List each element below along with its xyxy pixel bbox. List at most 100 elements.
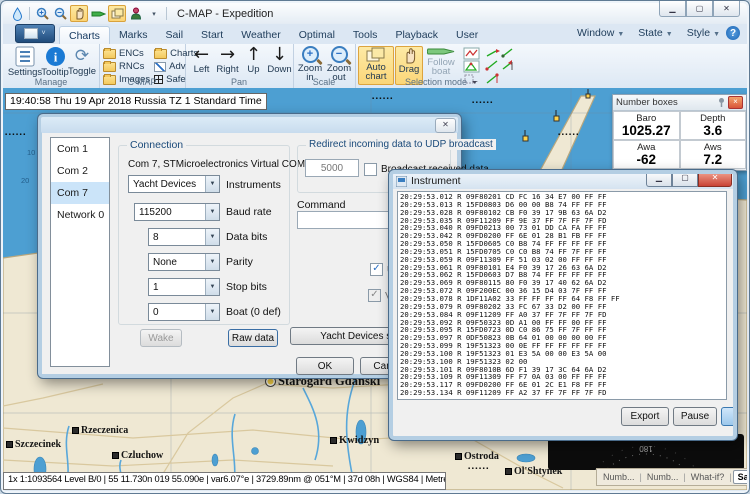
tooltip-button[interactable]: i Tooltip [41,46,69,77]
combo-label: Parity [226,256,253,268]
instrument-data-log[interactable]: 20:29:53.012 R 09F80201 CD FC 16 34 E7 0… [397,191,727,400]
bottom-tab-2[interactable]: What-if? [687,471,729,483]
combo-label: Stop bits [226,281,267,293]
minimize-button[interactable]: ▁ [659,1,686,17]
numberbox-value: 7.2 [703,153,722,167]
zoom-out-magnifier-icon: − [331,46,348,63]
title-bar: ▾ C-MAP - Expedition [3,3,747,25]
bottom-tab-3[interactable]: Sail gr... [733,470,747,484]
app-picture-icon [24,28,38,39]
udp-port-field[interactable]: 5000 [305,159,359,177]
number-boxes-close-icon[interactable]: × [728,96,743,109]
pan-up-button[interactable]: ↑Up [241,46,266,74]
chevron-down-icon[interactable]: ▼ [205,204,219,220]
toggle-button[interactable]: ⟳ Toggle [67,46,97,76]
pan-right-button[interactable]: →Right [215,46,240,74]
pin-icon[interactable] [717,97,726,108]
number-boxes-header[interactable]: Number boxes × [613,95,746,111]
tab-marks[interactable]: Marks [110,26,157,44]
settings-button[interactable]: Settings [9,46,41,77]
tab-playback[interactable]: Playback [386,26,447,44]
chevron-down-icon[interactable]: ▼ [205,304,219,320]
dialog-close-icon[interactable]: ✕ [435,118,456,133]
pause-button[interactable]: Pause [673,407,717,426]
instrument-titlebar[interactable]: Instrument ▁ ▢ ✕ [392,173,734,189]
port-item-network0[interactable]: Network 0 [51,204,109,226]
expedition-drop-icon[interactable] [9,6,25,21]
menu-state[interactable]: State▼ [638,27,672,39]
raw-data-button[interactable]: Raw data [228,329,278,347]
ribbon: Settings i Tooltip ⟳ Toggle Manage ENCsR… [3,44,747,89]
menu-label: Style [687,27,710,39]
tab-user[interactable]: User [447,26,487,44]
port-item-com1[interactable]: Com 1 [51,138,109,160]
chevron-down-icon[interactable]: ▼ [205,279,219,295]
tab-optimal[interactable]: Optimal [290,26,344,44]
port-item-com2[interactable]: Com 2 [51,160,109,182]
windows-icon[interactable] [108,5,126,22]
wake-button[interactable]: Wake [140,329,182,347]
chevron-down-icon[interactable]: ▼ [205,176,219,192]
group-manage: Settings i Tooltip ⟳ Toggle Manage [3,44,100,88]
instrument-maximize-button[interactable]: ▢ [672,172,698,187]
drag-hand-icon[interactable] [70,5,88,22]
boat-icon[interactable] [90,6,106,21]
zoom-in-icon[interactable] [34,6,50,21]
combo-data-bits[interactable]: 8▼ [148,228,220,246]
help-icon[interactable]: ? [726,26,740,40]
tab-charts[interactable]: Charts [59,26,110,44]
pan-down-button[interactable]: ↓Down [267,46,292,74]
clipped-button[interactable] [721,407,737,426]
numberbox-depth[interactable]: Depth3.6 [680,111,747,140]
bottom-tab-0[interactable]: Numb... [599,471,639,483]
follow-boat-button[interactable]: Follow boat [423,46,459,76]
person-icon[interactable] [128,6,144,21]
map-label-szczecinek: Szczecinek [6,439,61,450]
close-button[interactable]: ✕ [713,1,740,17]
tab-sail[interactable]: Sail [157,26,193,44]
depth-number: 10 [27,148,35,157]
zoom-out-icon[interactable] [52,6,68,21]
combo-value: 1 [149,282,205,293]
numberbox-awa[interactable]: Awa-62 [613,140,680,169]
use-gps-checkbox[interactable]: ✓ [370,263,383,276]
instrument-minimize-button[interactable]: ▁ [646,172,672,187]
command-label: Command [297,199,345,211]
combo-label: Boat (0 def) [226,306,281,318]
ok-button[interactable]: OK [296,357,354,375]
numberbox-value: -62 [636,153,656,167]
folder-icon [103,62,116,72]
connection-dialog-titlebar[interactable]: ✕ [41,117,458,133]
combo-baud-rate[interactable]: 115200▼ [134,203,220,221]
maximize-button[interactable]: ▢ [686,1,713,17]
bottom-tab-1[interactable]: Numb... [643,471,683,483]
port-item-com7[interactable]: Com 7 [51,182,109,204]
chevron-down-icon[interactable]: ▼ [205,254,219,270]
pan-left-button[interactable]: ←Left [189,46,214,74]
numberbox-baro[interactable]: Baro1025.27 [613,111,680,140]
cmap-item-encs[interactable]: ENCs [103,47,150,60]
group-label-selection: Selection mode [355,77,517,87]
tab-weather[interactable]: Weather [232,26,290,44]
instruments-combo[interactable]: Yacht Devices ▼ [128,175,220,193]
folder-icon [103,49,116,59]
tab-start[interactable]: Start [192,26,232,44]
cmap-item-rncs[interactable]: RNCs [103,60,150,73]
cmap-item-label: ENCs [119,48,144,59]
broadcast-checkbox[interactable] [364,163,377,176]
numberbox-aws[interactable]: Aws7.2 [680,140,747,169]
qat-dropdown-icon[interactable]: ▾ [146,6,162,21]
menu-window[interactable]: Window▼ [577,27,624,39]
application-button[interactable]: ˅ [15,24,55,43]
menu-style[interactable]: Style▼ [687,27,720,39]
export-button[interactable]: Export [621,407,669,426]
instrument-close-button[interactable]: ✕ [698,172,732,187]
combo-boat-0-def-[interactable]: 0▼ [148,303,220,321]
ribbon-tabs: ChartsMarksSailStartWeatherOptimalToolsP… [59,26,487,44]
validate-checkbox[interactable]: ✓ [368,289,381,302]
compass-value: 180 [639,444,653,453]
chevron-down-icon[interactable]: ▼ [205,229,219,245]
tab-tools[interactable]: Tools [344,26,387,44]
combo-stop-bits[interactable]: 1▼ [148,278,220,296]
combo-parity[interactable]: None▼ [148,253,220,271]
